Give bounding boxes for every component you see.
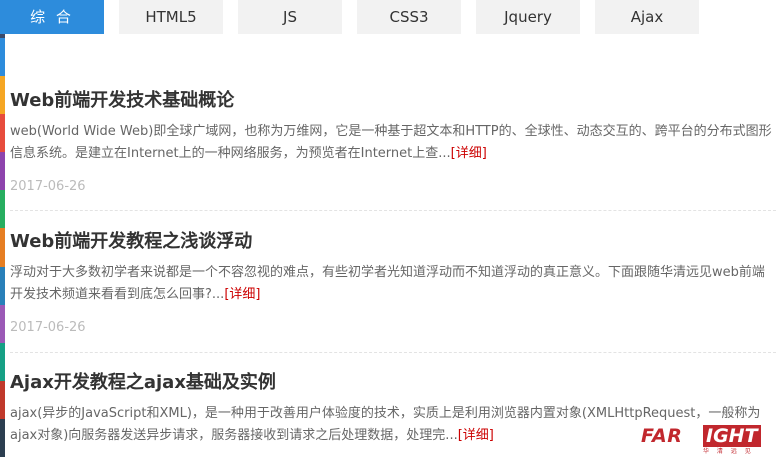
article-title[interactable]: Web前端开发技术基础概论 — [10, 89, 776, 113]
rail-segment — [0, 380, 5, 419]
tab-ajax[interactable]: Ajax — [595, 0, 699, 34]
rail-segment — [0, 152, 5, 191]
article-title[interactable]: Web前端开发教程之浅谈浮动 — [10, 230, 776, 254]
tab-css3[interactable]: CSS3 — [357, 0, 461, 34]
rail-segment — [0, 38, 5, 77]
article-summary: 浮动对于大多数初学者来说都是一个不容忽视的难点，有些初学者光知道浮动而不知道浮动… — [10, 262, 774, 306]
rail-segment — [0, 304, 5, 343]
category-tabs: 综 合 HTML5 JS CSS3 Jquery Ajax — [0, 0, 777, 34]
article-item: Web前端开发教程之浅谈浮动 浮动对于大多数初学者来说都是一个不容忽视的难点，有… — [10, 230, 776, 335]
logo-text-ight: IGHT — [703, 425, 761, 447]
article-divider — [10, 210, 776, 211]
article-summary-text: web(World Wide Web)即全球广域网，也称为万维网，它是一种基于超… — [10, 124, 772, 161]
tab-js[interactable]: JS — [238, 0, 342, 34]
rail-segment — [0, 342, 5, 381]
details-link[interactable]: [详细] — [451, 146, 487, 161]
tab-jquery[interactable]: Jquery — [476, 0, 580, 34]
article-summary-text: 浮动对于大多数初学者来说都是一个不容忽视的难点，有些初学者光知道浮动而不知道浮动… — [10, 265, 765, 302]
rail-segment — [0, 76, 5, 115]
logo-text-far: FAR — [641, 425, 683, 447]
details-link[interactable]: [详细] — [458, 428, 494, 443]
article-summary: web(World Wide Web)即全球广域网，也称为万维网，它是一种基于超… — [10, 121, 774, 165]
details-link[interactable]: [详细] — [224, 287, 260, 302]
article-divider — [10, 352, 776, 353]
left-color-rail — [0, 0, 5, 457]
rail-segment — [0, 266, 5, 305]
article-date: 2017-06-26 — [10, 320, 86, 335]
tab-html5[interactable]: HTML5 — [119, 0, 223, 34]
rail-segment — [0, 114, 5, 153]
rail-segment — [0, 228, 5, 267]
article-date: 2017-06-26 — [10, 179, 86, 194]
article-item: Web前端开发技术基础概论 web(World Wide Web)即全球广域网，… — [10, 89, 776, 194]
logo-tagline: 华 清 远 见 — [703, 448, 754, 455]
tab-comprehensive[interactable]: 综 合 — [0, 0, 104, 34]
farsight-logo: FAR IGHT 华 清 远 见 — [639, 425, 769, 455]
rail-segment — [0, 418, 5, 457]
rail-segment — [0, 190, 5, 229]
article-title[interactable]: Ajax开发教程之ajax基础及实例 — [10, 371, 776, 395]
